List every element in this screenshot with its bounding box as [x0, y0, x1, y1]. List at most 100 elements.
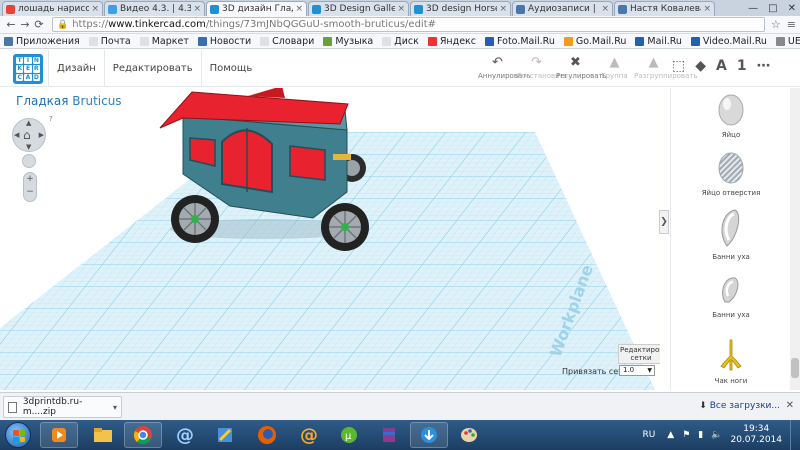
tab-close-icon[interactable]: × — [295, 4, 303, 14]
workplane-viewport[interactable]: Workplane Гладкая Bruticus ▲ ▼ ◀ ▶ ⌂ ? +… — [0, 88, 660, 390]
tool-button[interactable]: ▲ Группа — [595, 55, 634, 80]
browser-tab[interactable]: Аудиозаписи | × — [512, 1, 613, 16]
bunny-ear-icon — [721, 209, 740, 247]
bookmark-item[interactable]: Музыка — [323, 36, 373, 47]
bookmark-item[interactable]: Маркет — [139, 36, 189, 47]
explorer-icon[interactable] — [84, 422, 122, 448]
close-shelf-icon[interactable]: ✕ — [786, 400, 794, 411]
shape-egg[interactable]: Яйцо — [671, 92, 791, 139]
chevron-down-icon[interactable]: ▾ — [113, 403, 117, 412]
tray-expand-icon[interactable]: ▲ — [667, 430, 674, 440]
tool-button[interactable]: ↶ Аннулировать — [478, 55, 530, 80]
design-title[interactable]: Гладкая Bruticus — [16, 94, 122, 108]
browser-menu-icon[interactable]: ≡ — [787, 18, 796, 31]
download-manager-icon[interactable] — [410, 422, 448, 448]
mail-agent-icon[interactable]: @ — [166, 422, 204, 448]
volume-icon[interactable]: 🔈 — [711, 430, 722, 440]
sidebar-scrollbar[interactable] — [790, 88, 800, 390]
zoom-out-icon[interactable]: − — [24, 186, 36, 199]
tool-button[interactable]: ▲ Разгруппировать — [634, 55, 698, 80]
download-item[interactable]: 3dprintdb.ru-m....zip ▾ — [3, 396, 122, 418]
home-view-icon[interactable]: ⌂ — [23, 128, 31, 142]
number-tool-icon[interactable]: 1 — [737, 58, 747, 74]
reload-icon[interactable]: ⟳ — [32, 18, 46, 31]
browser-tab[interactable]: 3D дизайн Гладк× — [206, 1, 307, 16]
browser-tab[interactable]: Настя Ковалева × — [614, 1, 715, 16]
close-window-button[interactable]: ✕ — [788, 3, 796, 14]
bookmark-star-icon[interactable]: ☆ — [771, 18, 781, 31]
paint-palette-icon[interactable] — [450, 422, 488, 448]
mail-ru-icon[interactable]: @ — [290, 422, 328, 448]
language-indicator[interactable]: RU — [642, 430, 655, 440]
winrar-icon[interactable] — [370, 422, 408, 448]
edit-grid-button[interactable]: Редактировать сетки — [618, 344, 660, 364]
bookmark-item[interactable]: Словари — [260, 36, 314, 47]
workplane-canvas[interactable]: Workplane — [0, 88, 660, 390]
snap-grid-select[interactable]: 1.0 ▼ — [619, 365, 655, 376]
bookmark-item[interactable]: Mail.Ru — [635, 36, 682, 47]
bookmark-item[interactable]: Яндекс — [427, 36, 476, 47]
tab-close-icon[interactable]: × — [397, 4, 405, 14]
back-icon[interactable]: ← — [4, 18, 18, 31]
bookmark-item[interactable]: UEFA EURO - T... — [775, 36, 800, 47]
all-downloads-link[interactable]: ⬇ Все загрузки... — [699, 401, 780, 411]
fit-view-button[interactable] — [22, 154, 36, 168]
bookmark-item[interactable]: Новости — [197, 36, 251, 47]
zoom-in-icon[interactable]: + — [24, 173, 36, 186]
bookmark-item[interactable]: Go.Mail.Ru — [563, 36, 626, 47]
help-icon[interactable]: ? — [49, 115, 53, 123]
box-icon[interactable]: ◆ — [695, 58, 706, 74]
firefox-icon[interactable] — [248, 422, 286, 448]
text-tool-icon[interactable]: A — [716, 58, 727, 74]
browser-tab[interactable]: 3D design Horse |× — [410, 1, 511, 16]
browser-tab[interactable]: Видео 4.3. | 4.3.3× — [104, 1, 205, 16]
sidebar-scroll-thumb[interactable] — [791, 358, 799, 378]
orbit-left-icon[interactable]: ◀ — [14, 131, 19, 139]
carriage-model[interactable] — [159, 88, 369, 251]
chrome-icon[interactable] — [124, 422, 162, 448]
orbit-right-icon[interactable]: ▶ — [39, 131, 44, 139]
menu-design[interactable]: Дизайн — [48, 50, 104, 87]
bookmark-item[interactable]: Диск — [382, 36, 419, 47]
tab-favicon-icon — [6, 4, 15, 14]
browser-tab[interactable]: лошадь нарисов × — [2, 1, 103, 16]
tab-close-icon[interactable]: × — [193, 4, 201, 14]
tool-button[interactable]: ↷ Восстановить — [517, 55, 568, 80]
orbit-down-icon[interactable]: ▼ — [26, 143, 31, 151]
bookmark-item[interactable]: Почта — [88, 36, 131, 47]
more-icon[interactable]: ⋯ — [757, 58, 771, 74]
tool-button[interactable]: ✖ Регулировать — [556, 55, 607, 80]
view-cube-icon[interactable]: ⬚ — [672, 58, 685, 74]
tab-close-icon[interactable]: × — [703, 4, 711, 14]
tinkercad-logo[interactable]: TINKERCAD — [13, 54, 43, 84]
tab-close-icon[interactable]: × — [91, 4, 99, 14]
menu-help[interactable]: Помощь — [200, 50, 261, 87]
orbit-control[interactable]: ▲ ▼ ◀ ▶ ⌂ — [12, 118, 46, 152]
browser-tab[interactable]: 3D Design Gallery× — [308, 1, 409, 16]
media-player-icon[interactable] — [40, 422, 78, 448]
bookmark-item[interactable]: Foto.Mail.Ru — [485, 36, 555, 47]
tab-close-icon[interactable]: × — [499, 4, 507, 14]
minimize-button[interactable]: — — [748, 3, 758, 14]
maximize-button[interactable]: □ — [768, 3, 777, 14]
forward-icon[interactable]: → — [18, 18, 32, 31]
start-button[interactable] — [5, 422, 31, 448]
tab-close-icon[interactable]: × — [601, 4, 609, 14]
collapse-sidebar-button[interactable]: ❯ — [659, 210, 669, 234]
clock[interactable]: 19:34 20.07.2014 — [730, 424, 782, 446]
orbit-up-icon[interactable]: ▲ — [26, 119, 31, 127]
zoom-control[interactable]: + − — [23, 172, 37, 202]
show-desktop-button[interactable] — [790, 420, 800, 450]
shape-chick-foot[interactable]: Чак ноги — [671, 338, 791, 385]
address-bar[interactable]: 🔒 https://www.tinkercad.com/things/73mJN… — [52, 17, 765, 32]
bookmark-item[interactable]: Video.Mail.Ru — [690, 36, 767, 47]
utorrent-icon[interactable]: µ — [330, 422, 368, 448]
menu-edit[interactable]: Редактировать — [103, 50, 201, 87]
bookmark-item[interactable]: Приложения — [4, 36, 80, 47]
flag-icon[interactable]: ⚑ — [682, 430, 690, 440]
shape-bunny-ear-small[interactable]: Банни уха — [671, 272, 791, 319]
shape-bunny-ear[interactable]: Банни уха — [671, 208, 791, 261]
paint-icon[interactable] — [206, 422, 244, 448]
shape-egg-hole[interactable]: Яйцо отверстия — [671, 150, 791, 197]
network-icon[interactable]: ▮ — [698, 430, 703, 440]
